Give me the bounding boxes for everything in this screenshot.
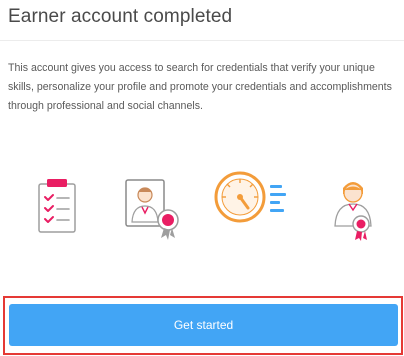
checklist-icon: [37, 178, 77, 234]
account-description: This account gives you access to search …: [8, 62, 392, 112]
get-started-button[interactable]: Get started: [9, 304, 398, 346]
title-divider: [0, 40, 404, 41]
gauge-icon: [214, 170, 290, 224]
person-medal-icon: [329, 176, 377, 242]
earner-account-dialog: Earner account completed This account gi…: [0, 0, 404, 356]
profile-badge-icon: [122, 176, 186, 240]
page-title: Earner account completed: [8, 6, 233, 27]
